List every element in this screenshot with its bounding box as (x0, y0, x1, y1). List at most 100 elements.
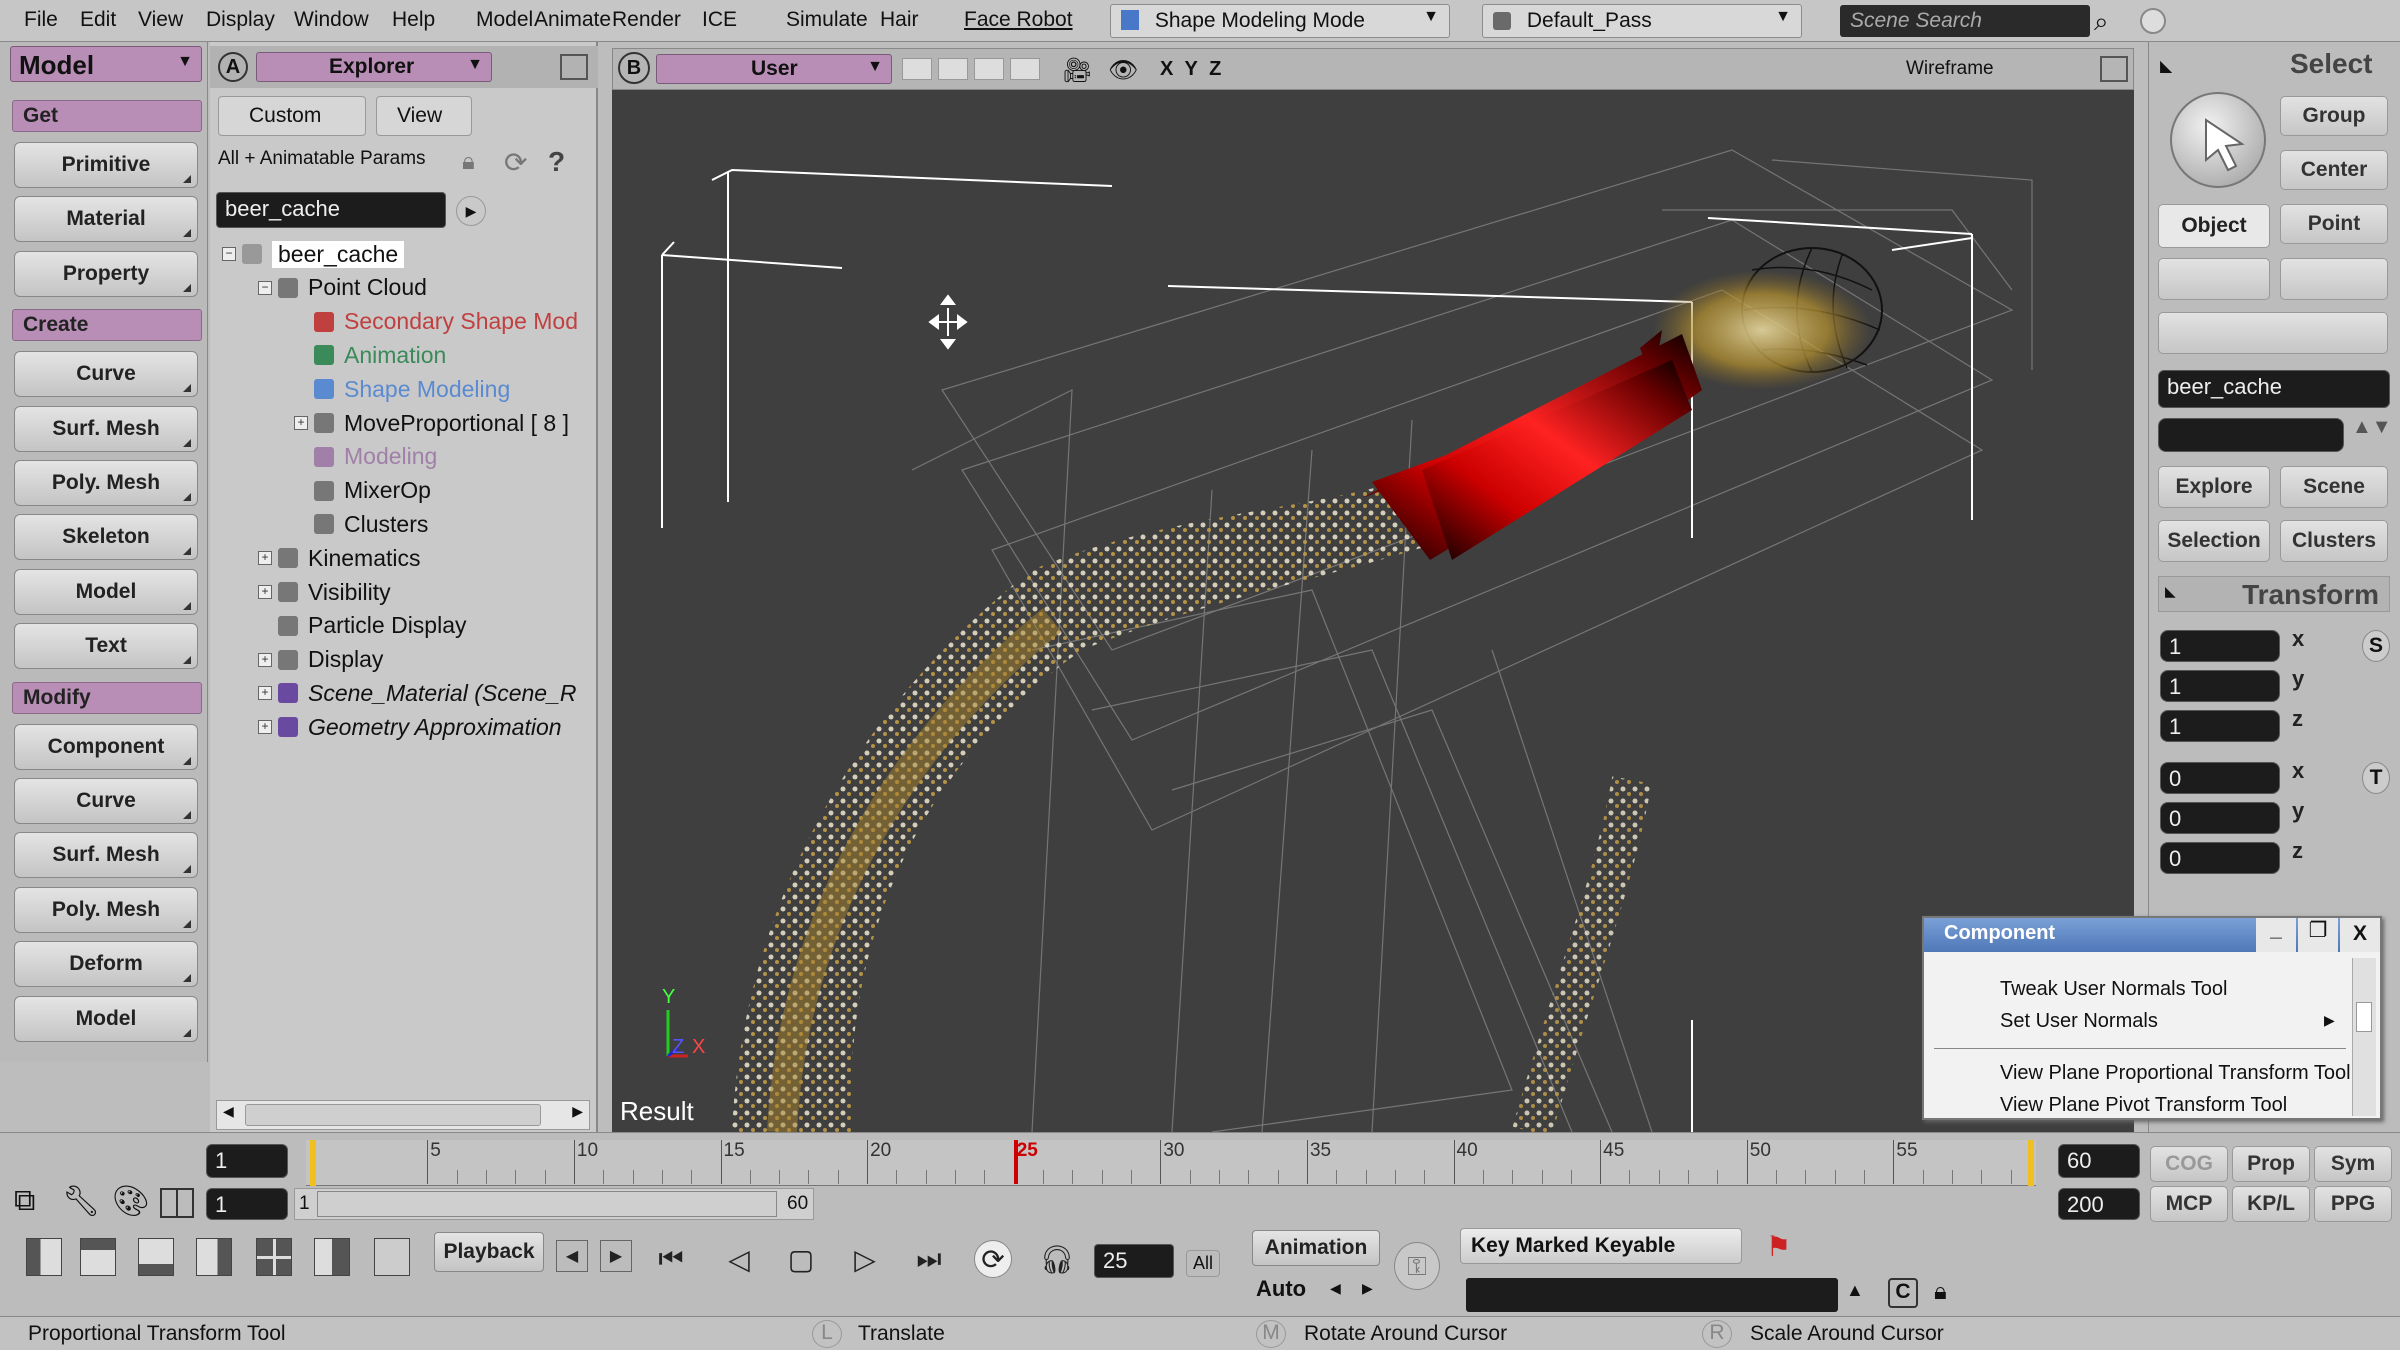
selection-button[interactable]: Selection (2158, 520, 2270, 562)
menu-edit[interactable]: Edit (80, 8, 116, 32)
translate-axis-label[interactable]: z (2292, 838, 2303, 864)
menu-hair[interactable]: Hair (880, 8, 919, 32)
view-toggle-4[interactable] (1010, 58, 1040, 80)
surf-mesh-button[interactable]: Surf. Mesh (14, 832, 198, 879)
tab-view[interactable]: View (376, 96, 472, 136)
layout-right-icon[interactable] (196, 1238, 232, 1276)
tree-item-animation[interactable]: Animation (294, 339, 446, 371)
audio-icon[interactable]: 🎧︎ (1038, 1240, 1076, 1278)
loop-icon[interactable]: ⟳ (974, 1240, 1012, 1278)
menu-render[interactable]: Render (612, 8, 681, 32)
play-icon[interactable]: ▶ (456, 196, 486, 226)
menu-item-view-plane-pivot[interactable]: View Plane Pivot Transform Tool (2000, 1094, 2287, 1117)
explorer-hscrollbar[interactable]: ◀ ▶ (216, 1100, 590, 1130)
deform-button[interactable]: Deform (14, 941, 198, 988)
translate-axis-label[interactable]: y (2292, 798, 2304, 824)
pass-dropdown[interactable]: Default_Pass ▼ (1482, 4, 1802, 38)
collapse-icon[interactable]: ◣ (2165, 583, 2176, 600)
scale-axis-label[interactable]: y (2292, 666, 2304, 692)
property-button[interactable]: Property (14, 250, 198, 297)
collapse-icon[interactable]: ◣ (2160, 56, 2172, 76)
scale-x-field[interactable]: 1 (2160, 630, 2280, 662)
timeline-end-field[interactable]: 60 (2058, 1144, 2140, 1178)
section-modify[interactable]: Modify (12, 681, 202, 714)
menu-window[interactable]: Window (294, 8, 369, 32)
translate-toggle[interactable]: T (2362, 762, 2390, 794)
scene-render[interactable] (612, 90, 2134, 1132)
tree-item-clusters[interactable]: Clusters (294, 508, 428, 540)
tree-item-beer-cache[interactable]: − beer_cache (222, 238, 405, 270)
tree-item-shape-modeling[interactable]: Shape Modeling (294, 373, 510, 405)
help-icon[interactable]: ? (548, 146, 565, 178)
maximize-icon[interactable] (2100, 56, 2128, 82)
layout-quad-icon[interactable] (256, 1238, 292, 1276)
menu-display[interactable]: Display (206, 8, 275, 32)
prev-key-icon[interactable]: ◀ (556, 1240, 588, 1272)
panel-a-badge[interactable]: A (218, 52, 248, 82)
camera-icon[interactable]: 🎥︎ (1062, 56, 1092, 85)
current-frame-field[interactable]: 25 (1094, 1244, 1174, 1278)
expand-icon[interactable]: + (294, 416, 308, 430)
explorer-search-field[interactable]: beer_cache (216, 192, 446, 228)
keyframe-icon[interactable]: ⚑ (1766, 1230, 1791, 1263)
display-mode-dropdown[interactable]: Wireframe (1906, 58, 1994, 80)
restore-icon[interactable]: ❐ (2298, 918, 2338, 952)
wrench-icon[interactable]: 🔧︎ (62, 1184, 100, 1219)
viewport-3d[interactable]: Y Z X Result (612, 90, 2134, 1132)
tree-item-kinematics[interactable]: + Kinematics (258, 542, 420, 574)
poly-mesh-button[interactable]: Poly. Mesh (14, 460, 198, 506)
menu-item-tweak-user-normals[interactable]: Tweak User Normals Tool (2000, 978, 2227, 1001)
translate-axis-label[interactable]: x (2292, 758, 2304, 784)
skeleton-button[interactable]: Skeleton (14, 514, 198, 561)
minimize-icon[interactable]: _ (2256, 918, 2296, 952)
model-button[interactable]: Model (14, 995, 198, 1042)
section-create[interactable]: Create (12, 309, 202, 342)
scene-button[interactable]: Scene (2280, 466, 2388, 508)
tree-item-scene-material-scene-r[interactable]: + Scene_Material (Scene_R (258, 677, 576, 709)
eye-icon[interactable]: 👁︎ (1108, 56, 1138, 85)
tree-item-mixerop[interactable]: MixerOp (294, 475, 431, 507)
panel-b-badge[interactable]: B (618, 52, 650, 84)
timeline-current-marker[interactable] (1013, 1140, 1018, 1184)
expand-icon[interactable]: + (258, 652, 272, 667)
step-back-icon[interactable]: ◁ (720, 1240, 758, 1278)
translate-z-field[interactable]: 0 (2160, 842, 2280, 874)
arrow-left-icon[interactable]: ◀ (223, 1103, 234, 1120)
scroll-thumb[interactable] (2356, 1002, 2372, 1032)
up-arrow-icon[interactable]: ▲ (1846, 1280, 1864, 1301)
menu-help[interactable]: Help (392, 8, 435, 32)
stop-icon[interactable]: ▢ (782, 1240, 820, 1278)
clusters-button[interactable]: Clusters (2280, 520, 2388, 562)
tree-item-secondary-shape-mod[interactable]: Secondary Shape Mod (294, 306, 578, 338)
next-arrow-icon[interactable]: ▶ (1362, 1280, 1373, 1297)
timeline-start-field[interactable]: 1 (206, 1144, 288, 1178)
range-slider[interactable]: 1 60 (294, 1188, 814, 1220)
range-thumb[interactable] (317, 1191, 777, 1217)
explore-button[interactable]: Explore (2158, 466, 2270, 508)
refresh-icon[interactable]: ⟳ (504, 146, 527, 179)
axis-constraint[interactable]: X Y Z (1160, 58, 1221, 81)
prop-button[interactable]: Prop (2232, 1146, 2310, 1182)
primitive-button[interactable]: Primitive (14, 142, 198, 188)
menu-animate[interactable]: Animate (534, 8, 611, 32)
tree-item-moveproportional-8[interactable]: + MoveProportional [ 8 ] (294, 407, 569, 439)
scale-axis-label[interactable]: z (2292, 706, 2303, 732)
prev-arrow-icon[interactable]: ◀ (1330, 1280, 1341, 1297)
key-marked-keyable-dropdown[interactable]: Key Marked Keyable (1460, 1228, 1742, 1264)
scale-toggle[interactable]: S (2362, 630, 2390, 662)
layout-bottom-icon[interactable] (138, 1238, 174, 1276)
play-icon[interactable]: ▷ (846, 1240, 884, 1278)
tree-item-particle-display[interactable]: Particle Display (258, 610, 467, 642)
expand-icon[interactable]: + (258, 720, 272, 735)
refresh-icon[interactable] (2140, 8, 2166, 34)
lock-icon[interactable]: 🔒︎ (462, 148, 475, 176)
scale-y-field[interactable]: 1 (2160, 670, 2280, 702)
panel-title-dropdown[interactable]: Model ▼ (10, 46, 202, 82)
cycle-icon[interactable]: C (1888, 1278, 1918, 1308)
next-key-icon[interactable]: ▶ (600, 1240, 632, 1272)
collapse-icon[interactable]: − (222, 247, 236, 261)
empty-slot-button[interactable] (2280, 258, 2388, 300)
kp-l-button[interactable]: KP/L (2232, 1186, 2310, 1222)
secondary-field[interactable] (2158, 418, 2344, 452)
curve-button[interactable]: Curve (14, 351, 198, 398)
